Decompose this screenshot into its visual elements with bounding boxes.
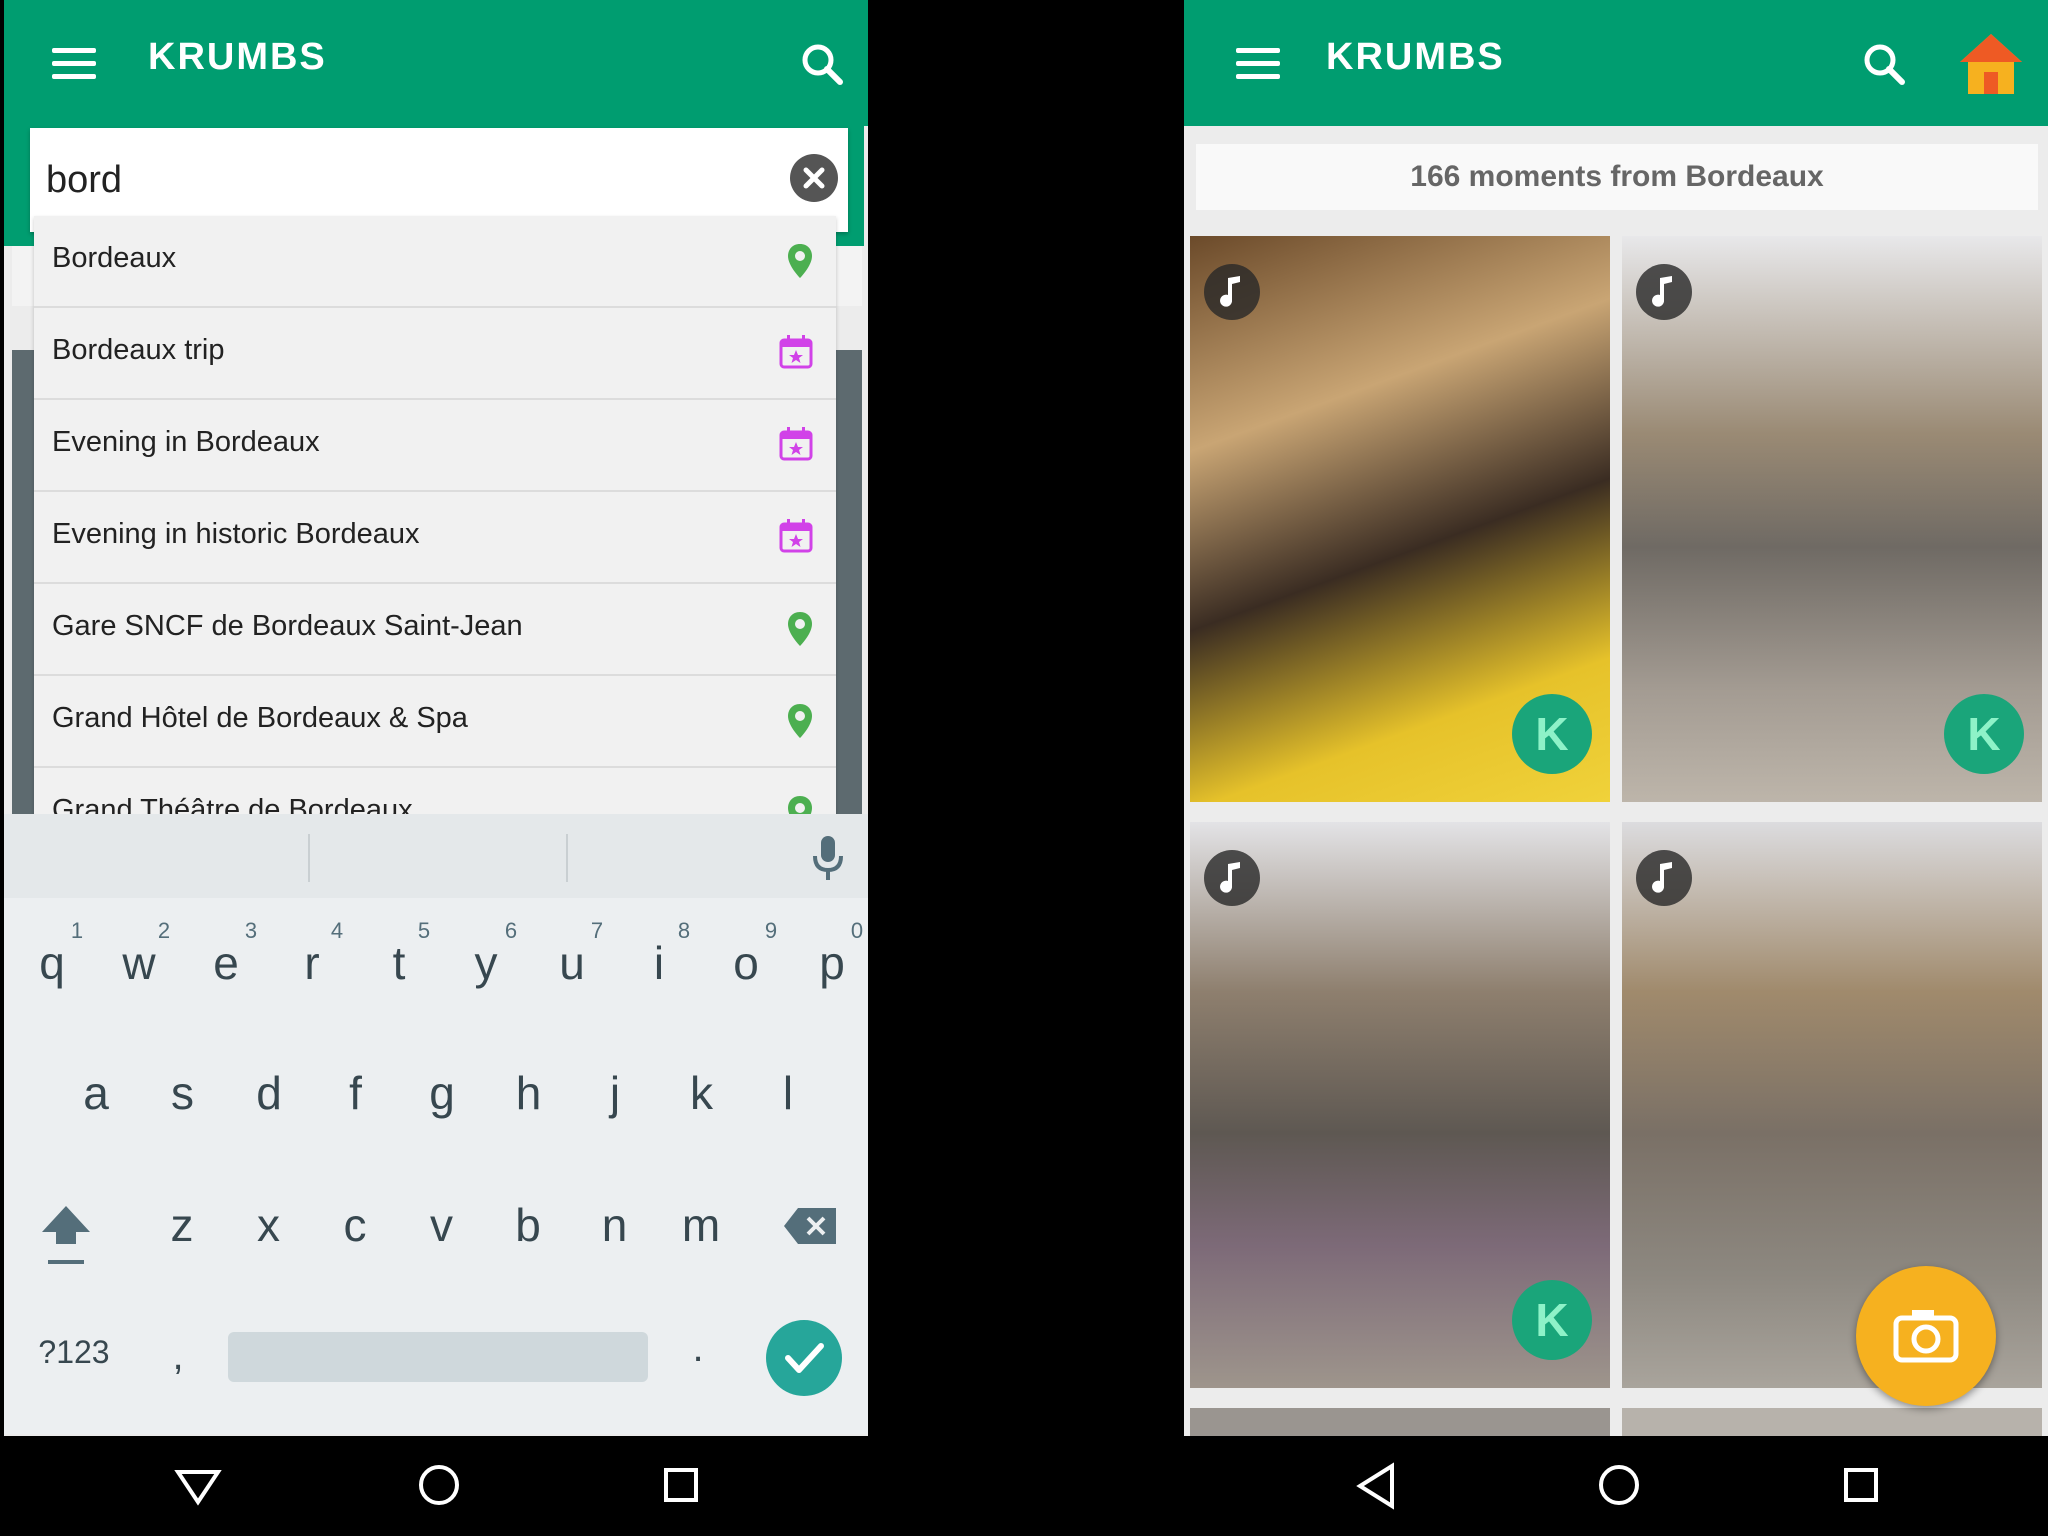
search-input[interactable]: [44, 148, 768, 212]
key-z[interactable]: z: [152, 1198, 212, 1252]
right-phone-screen: KRUMBS 166 moments from Bordeaux K K K: [1184, 0, 2048, 1536]
key-y[interactable]: y: [456, 936, 516, 990]
key-g[interactable]: g: [412, 1066, 472, 1120]
key-u[interactable]: u: [542, 936, 602, 990]
location-pin-icon: [788, 612, 812, 646]
key-b[interactable]: b: [498, 1198, 558, 1252]
comma-key[interactable]: ,: [148, 1334, 208, 1379]
home-icon[interactable]: [1956, 28, 2026, 98]
search-icon[interactable]: [794, 36, 850, 92]
key-k[interactable]: k: [672, 1066, 732, 1120]
key-o[interactable]: o: [716, 936, 776, 990]
search-icon[interactable]: [1856, 36, 1912, 92]
keyboard-suggestion-strip: [4, 814, 868, 898]
key-h[interactable]: h: [499, 1066, 559, 1120]
key-m[interactable]: m: [671, 1198, 731, 1252]
recents-icon[interactable]: [1840, 1464, 1882, 1506]
moment-tile[interactable]: K: [1622, 236, 2042, 802]
calendar-star-icon: [779, 519, 813, 553]
key-e[interactable]: e: [196, 936, 256, 990]
suggestion-item[interactable]: Bordeaux trip: [34, 308, 836, 400]
key-j[interactable]: j: [585, 1066, 645, 1120]
suggestion-item[interactable]: Evening in Bordeaux: [34, 400, 836, 492]
backspace-icon[interactable]: [782, 1206, 838, 1246]
suggestion-label: Gare SNCF de Bordeaux Saint-Jean: [52, 610, 523, 642]
key-d[interactable]: d: [239, 1066, 299, 1120]
hamburger-icon[interactable]: [52, 48, 96, 80]
suggestion-label: Grand Théâtre de Bordeaux: [52, 794, 413, 816]
suggestion-label: Evening in historic Bordeaux: [52, 518, 420, 550]
location-pin-icon: [788, 704, 812, 738]
space-key[interactable]: [228, 1332, 648, 1382]
right-nav-bar: [1184, 1436, 2048, 1536]
key-s[interactable]: s: [153, 1066, 213, 1120]
keyboard: 1q2w3e4r5t6y7u8i9o0pasdfghjklzxcvbnm ?12…: [4, 814, 868, 1434]
music-note-icon: [1636, 264, 1692, 320]
back-icon[interactable]: [174, 1466, 222, 1506]
moment-tile[interactable]: K: [1190, 822, 1610, 1388]
suggestion-label: Evening in Bordeaux: [52, 426, 320, 458]
shift-icon[interactable]: [38, 1200, 94, 1270]
key-n[interactable]: n: [585, 1198, 645, 1252]
enter-key[interactable]: [766, 1320, 842, 1396]
moment-tile[interactable]: [1190, 1408, 1610, 1436]
microphone-icon[interactable]: [810, 834, 846, 882]
calendar-star-icon: [779, 427, 813, 461]
camera-icon: [1893, 1310, 1959, 1363]
suggestion-label: Bordeaux: [52, 242, 177, 274]
home-nav-icon[interactable]: [1596, 1462, 1642, 1508]
suggestion-label: Grand Hôtel de Bordeaux & Spa: [52, 702, 468, 734]
krumbs-badge-icon: K: [1944, 694, 2024, 774]
key-a[interactable]: a: [66, 1066, 126, 1120]
suggestion-item[interactable]: Evening in historic Bordeaux: [34, 492, 836, 584]
symbols-key[interactable]: ?123: [24, 1334, 124, 1371]
period-key[interactable]: .: [668, 1326, 728, 1371]
key-c[interactable]: c: [325, 1198, 385, 1252]
suggestion-item[interactable]: Bordeaux: [34, 216, 836, 308]
key-r[interactable]: r: [282, 936, 342, 990]
key-w[interactable]: w: [109, 936, 169, 990]
suggestion-list: Bordeaux Bordeaux trip Evening in Bordeaux…: [34, 216, 836, 816]
music-note-icon: [1204, 850, 1260, 906]
music-note-icon: [1636, 850, 1692, 906]
hamburger-icon[interactable]: [1236, 48, 1280, 80]
svg-text:K: K: [1535, 1294, 1568, 1346]
svg-text:K: K: [1967, 708, 2000, 760]
key-l[interactable]: l: [758, 1066, 818, 1120]
left-nav-bar: [4, 1436, 868, 1536]
key-v[interactable]: v: [412, 1198, 472, 1252]
suggestion-item[interactable]: Gare SNCF de Bordeaux Saint-Jean: [34, 584, 836, 676]
home-nav-icon[interactable]: [416, 1462, 462, 1508]
key-t[interactable]: t: [369, 936, 429, 990]
recents-icon[interactable]: [660, 1464, 702, 1506]
suggestion-item[interactable]: Grand Hôtel de Bordeaux & Spa: [34, 676, 836, 768]
app-title: KRUMBS: [1326, 36, 1505, 78]
moment-tile[interactable]: K: [1190, 236, 1610, 802]
moment-tile[interactable]: [1622, 1408, 2042, 1436]
svg-text:K: K: [1535, 708, 1568, 760]
key-p[interactable]: p: [802, 936, 862, 990]
location-pin-icon: [788, 244, 812, 278]
app-bar: KRUMBS: [1184, 0, 2048, 126]
key-q[interactable]: q: [22, 936, 82, 990]
krumbs-badge-icon: K: [1512, 1280, 1592, 1360]
clear-search-icon[interactable]: [790, 154, 838, 202]
results-summary: 166 moments from Bordeaux: [1196, 144, 2038, 210]
camera-button[interactable]: [1856, 1266, 1996, 1406]
key-f[interactable]: f: [326, 1066, 386, 1120]
app-bar: KRUMBS: [4, 0, 868, 126]
suggestion-item[interactable]: Grand Théâtre de Bordeaux: [34, 768, 836, 816]
location-pin-icon: [788, 796, 812, 816]
calendar-star-icon: [779, 335, 813, 369]
krumbs-badge-icon: K: [1512, 694, 1592, 774]
key-i[interactable]: i: [629, 936, 689, 990]
app-title: KRUMBS: [148, 36, 327, 78]
music-note-icon: [1204, 264, 1260, 320]
key-x[interactable]: x: [239, 1198, 299, 1252]
suggestion-label: Bordeaux trip: [52, 334, 225, 366]
back-icon[interactable]: [1354, 1462, 1398, 1510]
